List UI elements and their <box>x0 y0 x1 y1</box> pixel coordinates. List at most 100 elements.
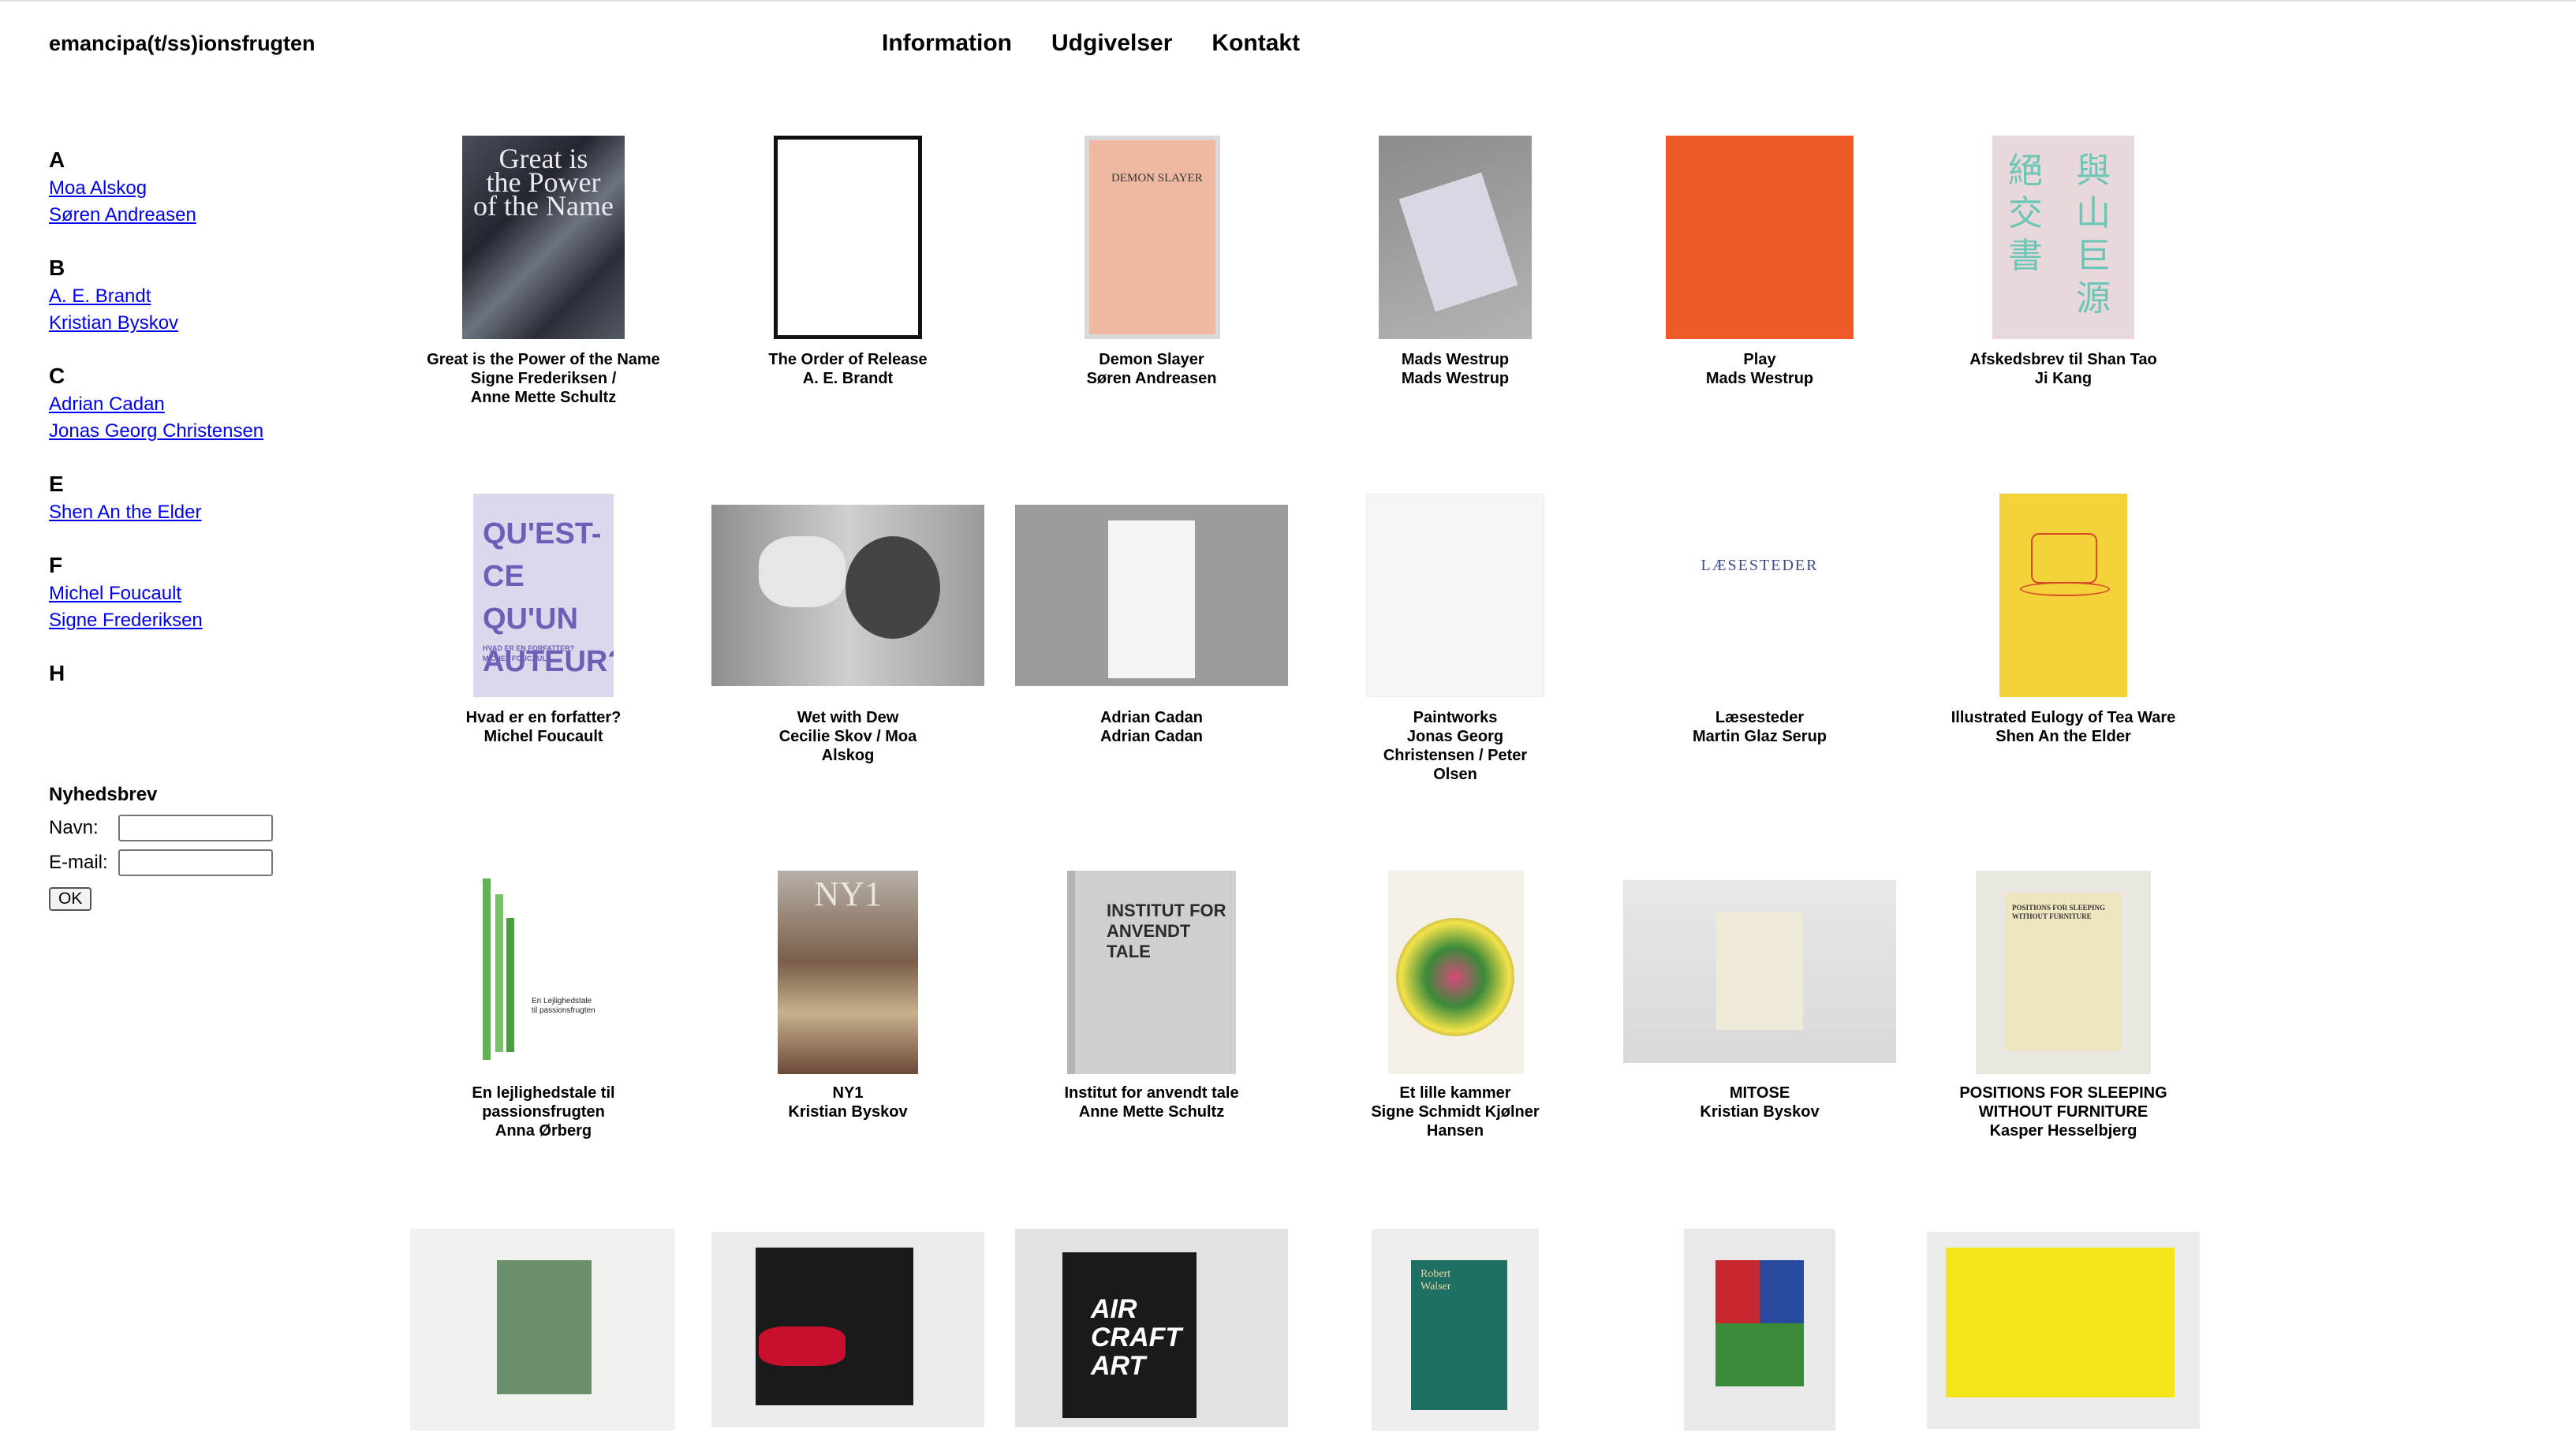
book-cover-image[interactable]: Great is the Power of the Name <box>462 136 625 339</box>
index-letter: H <box>49 661 65 685</box>
book-title[interactable]: En lejlighedstale til passionsfrugten <box>413 1084 674 1121</box>
author-link-michel-foucault[interactable]: Michel Foucault <box>49 580 349 607</box>
email-label: E-mail: <box>49 852 108 873</box>
main-nav: Information Udgivelser Kontakt <box>882 30 1300 57</box>
cover-text: POSITIONS FOR SLEEPING WITHOUT FURNITURE <box>2012 904 2106 920</box>
index-letter: E <box>49 472 64 496</box>
book-author: Søren Andreasen <box>1086 370 1217 387</box>
book-title[interactable]: The Order of Release <box>718 350 978 369</box>
book-author: Cecilie Skov / Moa Alskog <box>778 728 917 764</box>
nav-udgivelser[interactable]: Udgivelser <box>1051 30 1172 57</box>
author-link-adrian-cadan[interactable]: Adrian Cadan <box>49 391 349 418</box>
book-author: Adrian Cadan <box>1099 728 1204 745</box>
book-cover-image[interactable] <box>1366 494 1544 697</box>
cover-text: NY1 <box>814 875 882 913</box>
cover-text: DEMON SLAYER <box>1111 172 1203 185</box>
book-author: Shen An the Elder <box>1995 728 2131 745</box>
book-author: Michel Foucault <box>483 728 603 745</box>
cover-text: 與 山 巨 源 <box>2076 151 2111 318</box>
book-author: Kristian Byskov <box>788 1103 908 1121</box>
book-title[interactable]: Afskedsbrev til Shan Tao <box>1933 350 2193 369</box>
email-field[interactable] <box>118 849 273 876</box>
index-letter: B <box>49 256 65 280</box>
author-link-ae-brandt[interactable]: A. E. Brandt <box>49 283 349 310</box>
book-author: Signe Schmidt Kjølner Hansen <box>1371 1103 1540 1140</box>
book-cover-image[interactable]: En Lejlighedstale til passionsfrugten <box>475 871 612 1074</box>
nav-kontakt[interactable]: Kontakt <box>1211 30 1300 57</box>
name-label: Navn: <box>49 817 99 838</box>
book-cover-image[interactable] <box>1684 1229 1835 1431</box>
book-cover-image[interactable] <box>1666 136 1854 339</box>
book-title[interactable]: Et lille kammer <box>1325 1084 1585 1102</box>
author-group-a: A Moa Alskog Søren Andreasen <box>49 145 349 250</box>
book-cover-image[interactable] <box>1388 871 1524 1074</box>
book-author: Kasper Hesselbjerg <box>1989 1122 2137 1140</box>
book-title[interactable]: MITOSE <box>1630 1084 1890 1102</box>
index-letter: F <box>49 553 63 577</box>
book-cover-image[interactable] <box>410 1229 675 1431</box>
author-group-h: H <box>49 658 349 690</box>
book-cover-image[interactable]: POSITIONS FOR SLEEPING WITHOUT FURNITURE <box>1976 871 2151 1074</box>
book-title[interactable]: Play <box>1630 350 1890 369</box>
index-letter: C <box>49 364 65 388</box>
book-cover-image[interactable] <box>1379 136 1532 339</box>
author-link-signe-frederiksen[interactable]: Signe Frederiksen <box>49 607 349 634</box>
author-group-f: F Michel Foucault Signe Frederiksen <box>49 550 349 655</box>
book-author: Mads Westrup <box>1401 370 1510 387</box>
book-cover-image[interactable] <box>711 505 984 686</box>
book-title[interactable]: POSITIONS FOR SLEEPING WITHOUT FURNITURE <box>1933 1084 2193 1121</box>
site-title[interactable]: emancipa(t/ss)ionsfrugten <box>49 32 315 56</box>
book-author: Mads Westrup <box>1705 370 1814 387</box>
book-title[interactable]: Institut for anvendt tale <box>1021 1084 1282 1102</box>
book-title[interactable]: Demon Slayer <box>1021 350 1282 369</box>
index-letter: A <box>49 147 65 172</box>
cover-text: 絕 交 書 <box>2008 151 2043 275</box>
book-cover-image[interactable] <box>1623 880 1896 1063</box>
name-field[interactable] <box>118 815 273 841</box>
cover-text: Robert Walser <box>1421 1268 1451 1293</box>
author-link-moa-alskog[interactable]: Moa Alskog <box>49 175 349 202</box>
book-title[interactable]: Wet with Dew <box>718 708 978 727</box>
book-title[interactable]: Adrian Cadan <box>1021 708 1282 727</box>
cover-text: Great is the Power of the Name <box>473 143 614 222</box>
book-cover-image[interactable] <box>711 1232 984 1427</box>
book-cover-image[interactable] <box>1015 505 1288 686</box>
book-cover-image[interactable]: AIR CRAFT ART <box>1015 1229 1288 1427</box>
author-link-soren-andreasen[interactable]: Søren Andreasen <box>49 202 349 229</box>
book-title[interactable]: Læsesteder <box>1630 708 1890 727</box>
book-title[interactable]: Illustrated Eulogy of Tea Ware <box>1933 708 2193 727</box>
book-title[interactable]: Great is the Power of the Name <box>413 350 674 369</box>
book-cover-image[interactable]: Robert Walser <box>1372 1229 1539 1431</box>
book-author: Anna Ørberg <box>495 1122 592 1140</box>
book-cover-image[interactable]: QU'EST- CE QU'UN AUTEUR? HVAD ER EN FORF… <box>473 494 614 697</box>
cover-text: En Lejlighedstale til passionsfrugten <box>532 997 595 1015</box>
book-author: Jonas Georg Christensen / Peter Olsen <box>1383 728 1528 783</box>
book-title[interactable]: Mads Westrup <box>1325 350 1585 369</box>
book-title[interactable]: Hvad er en forfatter? <box>413 708 674 727</box>
book-author: Ji Kang <box>2034 370 2093 387</box>
book-author: Martin Glaz Serup <box>1692 728 1827 745</box>
book-cover-image[interactable]: NY1 <box>778 871 918 1074</box>
book-cover-image[interactable]: 絕 交 書 與 山 巨 源 <box>1992 136 2134 339</box>
book-cover-image[interactable] <box>1927 1232 2200 1429</box>
book-cover-image[interactable] <box>1999 494 2127 697</box>
author-link-kristian-byskov[interactable]: Kristian Byskov <box>49 310 349 337</box>
book-author: Anne Mette Schultz <box>1078 1103 1225 1121</box>
author-link-jonas-georg-christensen[interactable]: Jonas Georg Christensen <box>49 418 349 445</box>
book-author: Signe Frederiksen / Anne Mette Schultz <box>470 370 617 406</box>
book-cover-image[interactable]: INSTITUT FOR ANVENDT TALE <box>1067 871 1236 1074</box>
author-group-e: E Shen An the Elder <box>49 469 349 547</box>
nav-information[interactable]: Information <box>882 30 1012 57</box>
author-index: A Moa Alskog Søren Andreasen B A. E. Bra… <box>49 142 349 690</box>
book-title[interactable]: NY1 <box>718 1084 978 1102</box>
book-cover-image[interactable] <box>774 136 922 339</box>
author-link-shen-an-the-elder[interactable]: Shen An the Elder <box>49 499 349 526</box>
book-cover-image[interactable]: DEMON SLAYER <box>1085 136 1220 339</box>
author-group-b: B A. E. Brandt Kristian Byskov <box>49 253 349 358</box>
book-title[interactable]: Paintworks <box>1325 708 1585 727</box>
book-cover-image[interactable]: LÆSESTEDER <box>1659 494 1860 697</box>
top-border <box>0 0 2576 2</box>
book-author: A. E. Brandt <box>802 370 894 387</box>
subscribe-button[interactable]: OK <box>49 887 92 911</box>
cover-text: INSTITUT FOR ANVENDT TALE <box>1107 901 1226 961</box>
